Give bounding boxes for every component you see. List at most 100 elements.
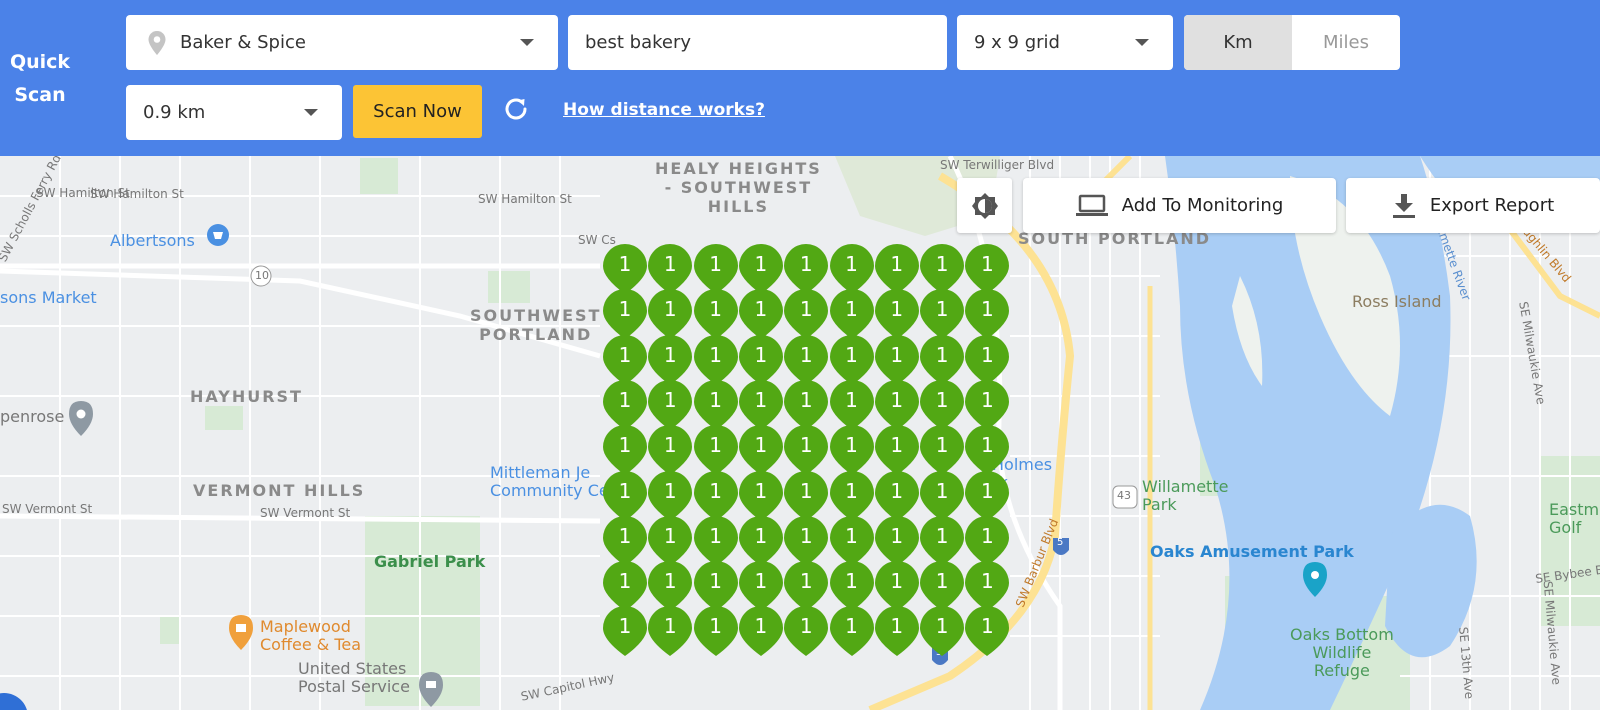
rank-pin[interactable]: 1 [873, 604, 921, 658]
rank-pin-value: 1 [618, 297, 632, 322]
rank-pin-value: 1 [618, 523, 632, 548]
location-pin-icon [146, 30, 168, 56]
chevron-down-icon [520, 39, 534, 46]
rank-pin-value: 1 [935, 433, 949, 458]
map-label-gabriel-park: Gabriel Park [374, 552, 486, 571]
laptop-icon [1075, 194, 1108, 216]
business-select[interactable]: Baker & Spice [126, 15, 558, 70]
map-label-eastmoreland-golf-line1: Eastm [1549, 500, 1600, 519]
add-to-monitoring-button[interactable]: Add To Monitoring [1023, 178, 1336, 233]
rank-pin-value: 1 [618, 569, 632, 594]
rank-pin-value: 1 [754, 523, 768, 548]
rank-pin-value: 1 [709, 433, 722, 458]
chevron-down-icon [304, 109, 318, 116]
rank-pin-value: 1 [935, 387, 949, 412]
map-label-oaks-bottom-line3: Refuge [1313, 661, 1370, 680]
rank-pin-value: 1 [799, 252, 813, 276]
add-to-monitoring-label: Add To Monitoring [1121, 195, 1284, 216]
rank-pin-value: 1 [663, 297, 677, 322]
rank-pin-value: 1 [935, 523, 949, 548]
map-label-route-43: 43 [1117, 489, 1131, 502]
rank-pin[interactable]: 1 [737, 604, 785, 658]
download-icon [1392, 193, 1415, 218]
rank-pin-value: 1 [845, 523, 858, 548]
grid-size-select[interactable]: 9 x 9 grid [957, 15, 1173, 70]
map-label-ross-island: Ross Island [1352, 292, 1442, 311]
rank-pin-value: 1 [618, 387, 632, 412]
how-distance-works-link[interactable]: How distance works? [563, 100, 765, 120]
rank-pin-value: 1 [709, 297, 722, 322]
refresh-icon[interactable] [501, 94, 531, 124]
map-label-maplewood: Maplewood Coffee & Tea [260, 618, 361, 654]
map-label-willamette-park-line1: Willamette [1142, 477, 1229, 496]
brightness-icon [971, 192, 998, 219]
distance-value: 0.9 km [143, 102, 206, 123]
map-label-sw-vermont-st: SW Vermont St [260, 506, 351, 520]
rank-pin-value: 1 [618, 478, 632, 503]
rank-pin-value: 1 [799, 478, 813, 503]
rank-pin-value: 1 [754, 297, 768, 322]
map-label-mittleman-line2: Community Ce [490, 481, 609, 500]
rank-pin-value: 1 [618, 614, 632, 639]
keyword-input-value: best bakery [585, 32, 692, 53]
rank-pin-value: 1 [754, 569, 768, 594]
rank-pin-value: 1 [890, 614, 904, 639]
rank-pin[interactable]: 1 [782, 604, 830, 658]
rank-pin-value: 1 [935, 614, 949, 639]
rank-pin[interactable]: 1 [646, 604, 694, 658]
rank-pin-value: 1 [981, 387, 994, 412]
rank-pin-value: 1 [709, 614, 722, 639]
rank-pin-value: 1 [890, 252, 904, 276]
rank-pin-value: 1 [845, 478, 858, 503]
unit-miles-option[interactable]: Miles [1292, 15, 1400, 70]
map-label-sw-terwilliger: SW Terwilliger Blvd [940, 158, 1055, 172]
keyword-input[interactable]: best bakery [568, 15, 947, 70]
rank-pin-value: 1 [935, 252, 949, 276]
map-label-oaks-bottom-line2: Wildlife [1312, 643, 1372, 662]
map-label-southwest-portland-line1: SOUTHWEST [470, 306, 602, 325]
rank-pin[interactable]: 1 [828, 604, 876, 658]
rank-pin-value: 1 [935, 569, 949, 594]
rank-pin-value: 1 [981, 523, 994, 548]
map-label-usps: United States Postal Service [298, 660, 410, 696]
rank-pin-value: 1 [709, 387, 722, 412]
rank-pin-value: 1 [799, 297, 813, 322]
rank-pin-value: 1 [981, 614, 994, 639]
map-label-healy-heights-line1: HEALY HEIGHTS [655, 159, 822, 178]
rank-pin-value: 1 [799, 614, 813, 639]
rank-pin-value: 1 [981, 433, 994, 458]
quick-scan-title-line1: Quick [9, 51, 71, 73]
map-label-usps-line1: United States [298, 659, 407, 678]
scan-now-button[interactable]: Scan Now [353, 85, 482, 138]
map-style-toggle-button[interactable] [957, 178, 1012, 233]
rank-pin-value: 1 [890, 297, 904, 322]
chevron-down-icon [1135, 39, 1149, 46]
rank-pin-value: 1 [981, 569, 994, 594]
map-label-sw-vermont-st: SW Vermont St [2, 502, 93, 516]
units-toggle: Km Miles [1184, 15, 1400, 70]
rank-pin-value: 1 [890, 569, 904, 594]
rank-pin-value: 1 [799, 387, 813, 412]
quick-scan-toolbar: Quick Scan Baker & Spice best bakery 9 x… [0, 0, 1600, 156]
rank-pin[interactable]: 1 [692, 604, 740, 658]
map-label-eastmoreland-golf-line2: Golf [1549, 518, 1582, 537]
map-label-maplewood-line2: Coffee & Tea [260, 635, 362, 654]
rank-pin-value: 1 [663, 433, 677, 458]
rank-pin[interactable]: 1 [963, 604, 1011, 658]
distance-select[interactable]: 0.9 km [126, 85, 342, 140]
rank-pin-value: 1 [618, 433, 632, 458]
rank-pin-value: 1 [663, 569, 677, 594]
map-label-southwest-portland-line2: PORTLAND [479, 325, 593, 344]
rank-pin-value: 1 [890, 387, 904, 412]
export-report-button[interactable]: Export Report [1346, 178, 1600, 233]
map-label-usps-line2: Postal Service [298, 677, 410, 696]
rank-pin-value: 1 [890, 478, 904, 503]
map-label-maplewood-line1: Maplewood [260, 617, 351, 636]
rank-pin-value: 1 [935, 342, 949, 367]
export-report-label: Export Report [1429, 195, 1555, 216]
rank-pin[interactable]: 1 [918, 604, 966, 658]
map-label-oaks-bottom-line1: Oaks Bottom [1290, 625, 1394, 644]
rank-pin[interactable]: 1 [601, 604, 649, 658]
unit-km-option[interactable]: Km [1184, 15, 1292, 70]
rank-pin-value: 1 [709, 342, 722, 367]
